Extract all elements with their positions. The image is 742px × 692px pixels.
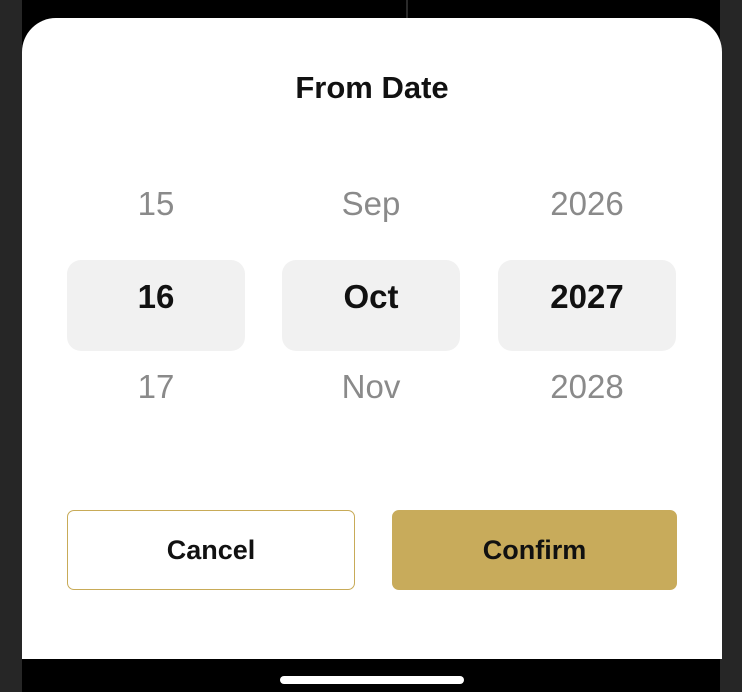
date-picker-sheet: From Date 15 16 17 Sep Oct Nov 2026 2027… <box>22 18 722 659</box>
confirm-button-label: Confirm <box>482 534 587 565</box>
background-divider <box>406 0 408 20</box>
month-option-previous[interactable]: Sep <box>282 184 460 224</box>
day-option-previous[interactable]: 15 <box>67 184 245 224</box>
year-option-previous[interactable]: 2026 <box>498 184 676 224</box>
year-option-selected[interactable]: 2027 <box>498 260 676 351</box>
background-app-left <box>0 0 22 692</box>
cancel-button-label: Cancel <box>166 534 256 565</box>
home-indicator[interactable] <box>280 676 464 684</box>
screen: From Date 15 16 17 Sep Oct Nov 2026 2027… <box>0 0 742 692</box>
month-option-next[interactable]: Nov <box>282 367 460 407</box>
month-option-selected[interactable]: Oct <box>282 260 460 351</box>
day-option-selected[interactable]: 16 <box>67 260 245 351</box>
background-app-right <box>720 0 742 692</box>
year-option-next[interactable]: 2028 <box>498 367 676 407</box>
confirm-button[interactable]: Confirm <box>392 510 677 590</box>
cancel-button[interactable]: Cancel <box>67 510 355 590</box>
day-option-next[interactable]: 17 <box>67 367 245 407</box>
